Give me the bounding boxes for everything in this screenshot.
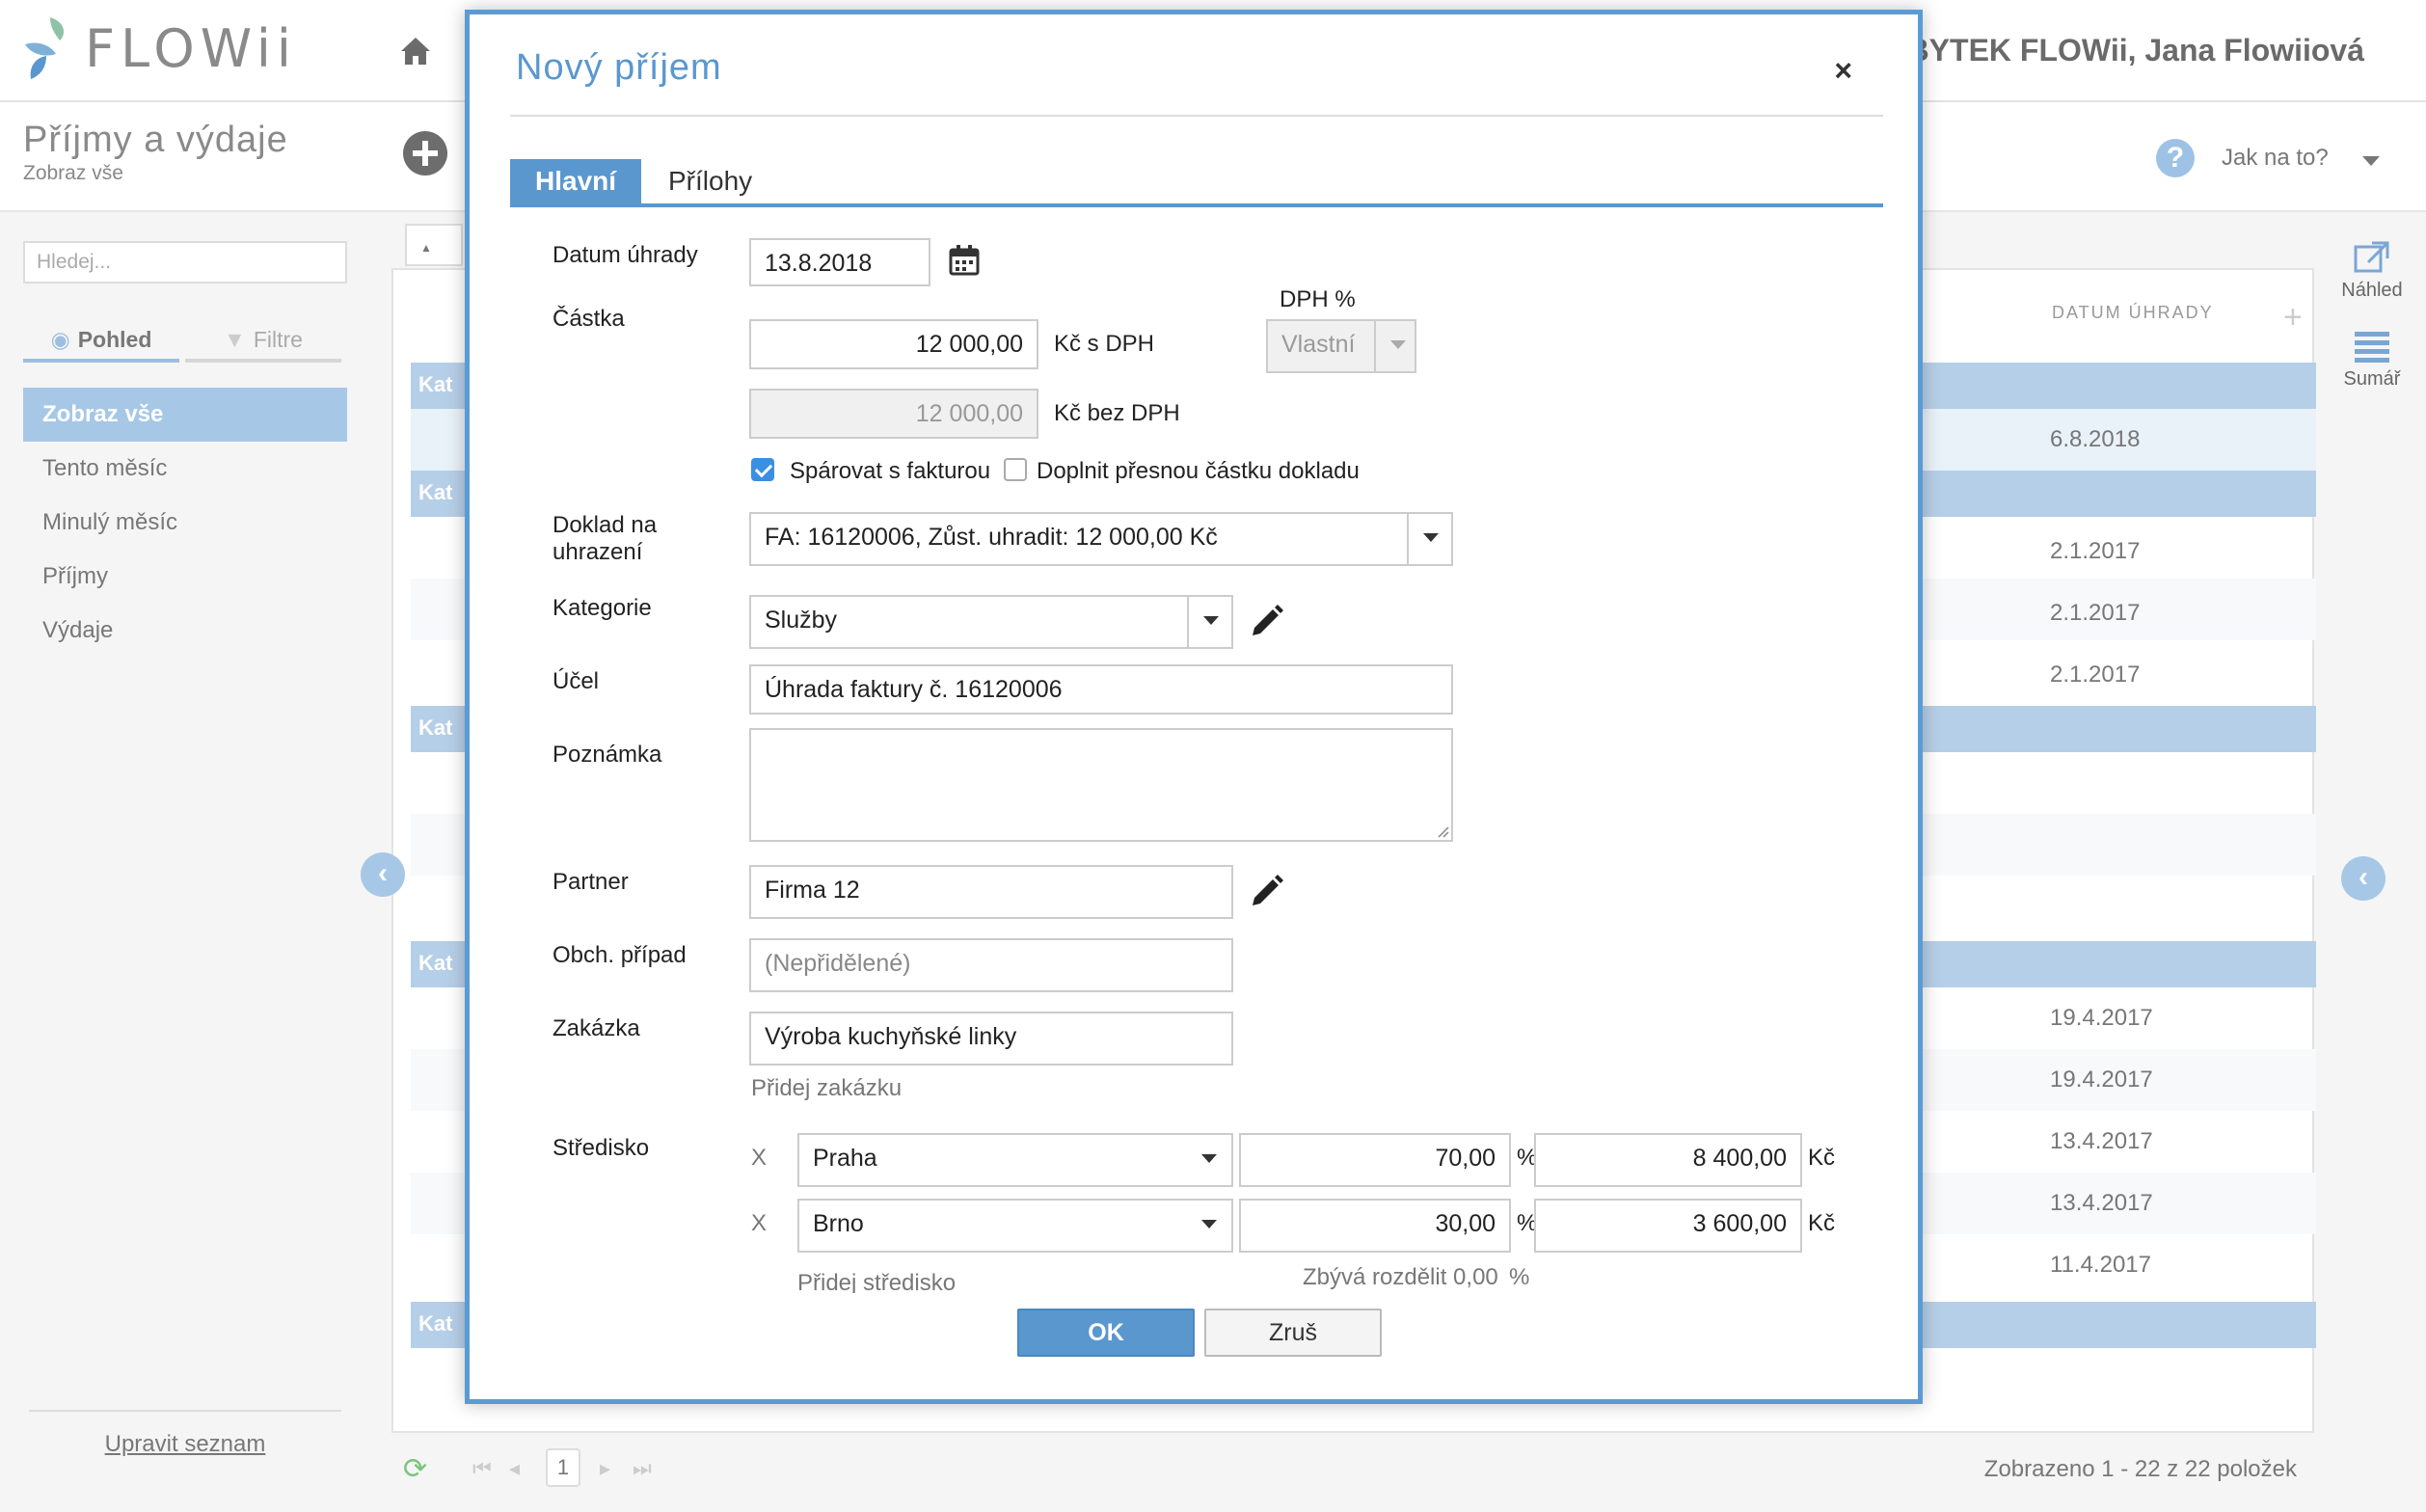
label-poznamka: Poznámka — [553, 742, 662, 768]
chevron-down-icon[interactable] — [1407, 514, 1451, 564]
edit-partner-icon[interactable] — [1247, 873, 1285, 911]
note-textarea[interactable] — [749, 728, 1453, 842]
label-datum-uhrady: Datum úhrady — [553, 242, 698, 268]
amount-with-vat-input[interactable]: 12 000,00 — [749, 319, 1038, 369]
dialog-tabs: Hlavní Přílohy — [510, 159, 1883, 207]
chevron-down-icon[interactable] — [1187, 1201, 1231, 1251]
add-order-link[interactable]: Přidej zakázku — [751, 1075, 902, 1102]
unit-with-vat: Kč s DPH — [1054, 331, 1155, 357]
cancel-button[interactable]: Zruš — [1204, 1309, 1382, 1357]
remaining-percent-unit: % — [1509, 1264, 1530, 1290]
currency-unit: Kč — [1808, 1210, 1836, 1236]
label-ucel: Účel — [553, 668, 600, 694]
label-zakazka: Zakázka — [553, 1015, 640, 1041]
pair-invoice-label[interactable]: Spárovat s fakturou — [790, 458, 990, 485]
unit-without-vat: Kč bez DPH — [1054, 400, 1180, 426]
label-doklad: Doklad na uhrazení — [553, 512, 658, 565]
document-select[interactable]: FA: 16120006, Zůst. uhradit: 12 000,00 K… — [749, 512, 1453, 566]
close-icon[interactable]: × — [1834, 53, 1852, 89]
chevron-down-icon — [1374, 321, 1415, 371]
vat-select[interactable]: Vlastní — [1266, 319, 1416, 373]
cost-center-amount-input[interactable]: 8 400,00 — [1534, 1133, 1802, 1187]
fill-exact-amount-label[interactable]: Doplnit přesnou částku dokladu — [1037, 458, 1360, 485]
resize-handle-icon[interactable] — [1436, 824, 1449, 838]
fill-exact-amount-checkbox[interactable] — [1004, 458, 1027, 481]
edit-category-icon[interactable] — [1247, 603, 1285, 641]
currency-unit: Kč — [1808, 1145, 1836, 1171]
purpose-input[interactable]: Úhrada faktury č. 16120006 — [749, 664, 1453, 715]
pair-invoice-checkbox[interactable] — [751, 458, 774, 481]
cost-center-amount-input[interactable]: 3 600,00 — [1534, 1199, 1802, 1253]
cost-center-select[interactable]: Praha — [797, 1133, 1233, 1187]
calendar-icon[interactable] — [948, 244, 981, 277]
date-input[interactable]: 13.8.2018 — [749, 238, 930, 286]
remove-cost-center-button[interactable]: X — [751, 1210, 767, 1237]
ok-button[interactable]: OK — [1017, 1309, 1195, 1357]
chevron-down-icon[interactable] — [1187, 1135, 1231, 1185]
order-input[interactable]: Výroba kuchyňské linky — [749, 1012, 1233, 1066]
amount-without-vat-input: 12 000,00 — [749, 389, 1038, 439]
dialog-title: Nový příjem — [516, 47, 722, 88]
label-dph: DPH % — [1280, 286, 1356, 312]
label-kategorie: Kategorie — [553, 595, 652, 621]
add-cost-center-link[interactable]: Přidej středisko — [797, 1270, 956, 1293]
cost-center-percent-input[interactable]: 30,00 — [1239, 1199, 1511, 1253]
label-obch-pripad: Obch. případ — [553, 942, 687, 968]
tab-hlavni[interactable]: Hlavní — [510, 159, 642, 203]
label-partner: Partner — [553, 869, 629, 895]
new-income-dialog: Nový příjem × Hlavní Přílohy Datum úhrad… — [465, 10, 1923, 1404]
partner-input[interactable]: Firma 12 — [749, 865, 1233, 919]
category-select[interactable]: Služby — [749, 595, 1233, 649]
label-castka: Částka — [553, 306, 625, 332]
cost-center-percent-input[interactable]: 70,00 — [1239, 1133, 1511, 1187]
tab-prilohy[interactable]: Přílohy — [643, 159, 777, 203]
business-case-input[interactable]: (Nepřidělené) — [749, 938, 1233, 992]
remove-cost-center-button[interactable]: X — [751, 1145, 767, 1172]
label-stredisko: Středisko — [553, 1135, 650, 1161]
cost-center-select[interactable]: Brno — [797, 1199, 1233, 1253]
chevron-down-icon[interactable] — [1187, 597, 1231, 647]
divider — [510, 115, 1883, 117]
remaining-to-split: Zbývá rozdělit 0,00 — [1303, 1264, 1498, 1290]
